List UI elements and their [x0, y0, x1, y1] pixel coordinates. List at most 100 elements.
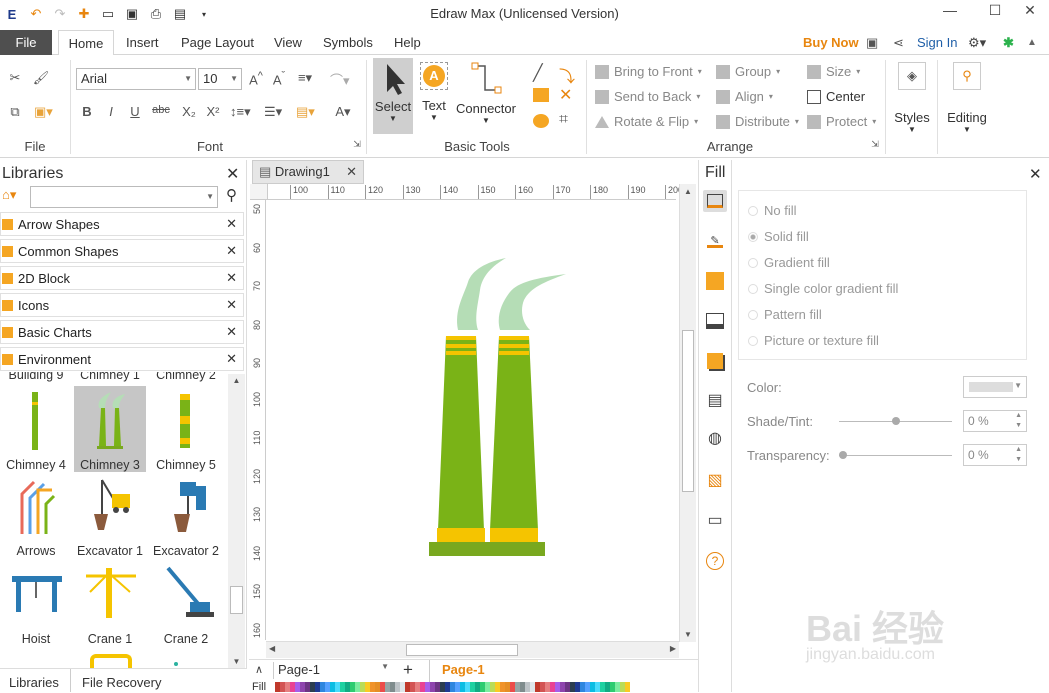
copy-icon[interactable]: ⧉: [6, 104, 24, 120]
library-category-2d-block[interactable]: 2D Block ✕: [0, 266, 244, 290]
option-no-fill[interactable]: No fill: [748, 203, 797, 218]
tab-libraries[interactable]: Libraries: [9, 675, 59, 690]
superscript-icon[interactable]: X²: [204, 104, 222, 119]
fill-panel-close-icon[interactable]: ✕: [1029, 165, 1042, 183]
close-icon[interactable]: ✕: [226, 351, 237, 367]
strikethrough-icon[interactable]: abc: [152, 104, 170, 116]
shape-chimney-4[interactable]: Chimney 4: [0, 386, 72, 472]
transparency-slider-track[interactable]: [839, 455, 952, 456]
fill-icon[interactable]: [703, 190, 727, 212]
crop-icon[interactable]: ⌗: [559, 111, 568, 129]
library-category-common-shapes[interactable]: Common Shapes ✕: [0, 239, 244, 263]
canvas-vertical-scrollbar[interactable]: ▲ ▼: [679, 184, 696, 642]
cut-icon[interactable]: ✂: [6, 70, 24, 86]
canvas-horizontal-scrollbar[interactable]: ◀ ▶: [266, 641, 679, 658]
format-painter-icon[interactable]: 🖌: [32, 70, 50, 86]
sign-in-link[interactable]: Sign In: [917, 30, 957, 55]
font-name-combo[interactable]: Arial ▼: [76, 68, 196, 90]
color-swatch-icon[interactable]: [703, 270, 727, 292]
page-selector[interactable]: Page-1 ▼: [273, 662, 393, 679]
grow-font-icon[interactable]: A^: [247, 70, 265, 87]
center-button[interactable]: Center: [807, 89, 865, 104]
close-icon[interactable]: ✕: [226, 324, 237, 340]
maximize-button[interactable]: ☐: [980, 2, 1010, 19]
add-page-icon[interactable]: +: [403, 660, 413, 680]
home-icon[interactable]: ⌂▾: [2, 187, 16, 203]
canvas-vscroll-thumb[interactable]: [682, 330, 694, 492]
document-tab[interactable]: ▤ Drawing1 ✕: [252, 160, 364, 184]
italic-icon[interactable]: I: [102, 104, 120, 119]
page-tab-active[interactable]: Page-1: [429, 660, 489, 682]
library-scroll-thumb[interactable]: [230, 586, 243, 614]
underline-icon[interactable]: U: [126, 104, 144, 119]
expand-up-icon[interactable]: ∧: [255, 663, 263, 676]
notes-icon[interactable]: ▧: [703, 470, 727, 492]
font-size-combo[interactable]: 10 ▼: [198, 68, 242, 90]
palette-swatch[interactable]: [625, 682, 630, 692]
shape-crane-1[interactable]: Crane 1: [74, 560, 146, 646]
canvas-hscroll-thumb[interactable]: [406, 644, 518, 656]
tab-file-recovery[interactable]: File Recovery: [82, 675, 161, 690]
shrink-font-icon[interactable]: Aˇ: [270, 70, 288, 87]
ellipse-icon[interactable]: [533, 114, 549, 128]
library-scrollbar[interactable]: ▲ ▼: [228, 374, 245, 668]
connector-tool-button[interactable]: Connector ▼: [455, 62, 517, 125]
arc-icon[interactable]: ⤵: [559, 63, 575, 87]
page-properties-icon[interactable]: ▤: [703, 390, 727, 412]
library-category-basic-charts[interactable]: Basic Charts ✕: [0, 320, 244, 344]
font-color-icon[interactable]: A▾: [334, 104, 352, 120]
color-picker[interactable]: ▼: [963, 376, 1027, 398]
globe-icon[interactable]: ◍: [703, 428, 727, 450]
close-icon[interactable]: ✕: [226, 297, 237, 313]
line-style-icon[interactable]: ✎: [703, 230, 727, 252]
group-button[interactable]: Group ▾: [716, 64, 780, 79]
editing-button[interactable]: ⚲ Editing ▼: [944, 62, 990, 134]
rectangle-icon[interactable]: [533, 88, 549, 102]
shape-excavator-2[interactable]: Excavator 2: [150, 472, 222, 558]
distribute-button[interactable]: Distribute ▾: [716, 114, 799, 129]
shape-excavator-1[interactable]: Excavator 1: [74, 472, 146, 558]
comment-icon[interactable]: ▭: [703, 510, 727, 532]
share-icon[interactable]: ⋖: [893, 30, 904, 55]
drawing-page[interactable]: [268, 200, 676, 640]
select-tool-button[interactable]: Select ▼: [373, 58, 413, 134]
arrange-dialog-launcher-icon[interactable]: ⇲: [866, 139, 884, 150]
option-single-color-gradient-fill[interactable]: Single color gradient fill: [748, 281, 898, 296]
search-icon[interactable]: ⚲: [226, 186, 237, 204]
option-solid-fill[interactable]: Solid fill: [748, 229, 809, 244]
shade-slider-knob[interactable]: [892, 417, 900, 425]
image-icon[interactable]: [703, 310, 727, 332]
close-icon[interactable]: ✕: [226, 270, 237, 286]
shape-arrows[interactable]: Arrows: [0, 472, 72, 558]
bullets-icon[interactable]: ☰▾: [264, 104, 282, 120]
settings-icon[interactable]: ⚙▾: [968, 30, 986, 55]
library-category-environment[interactable]: Environment ✕: [0, 347, 244, 371]
protect-button[interactable]: Protect ▾: [807, 114, 876, 129]
tab-page-layout[interactable]: Page Layout: [181, 30, 254, 55]
shape-partial[interactable]: [90, 654, 132, 668]
align-button[interactable]: Align ▾: [716, 89, 773, 104]
close-icon[interactable]: ✕: [226, 216, 237, 232]
tab-home[interactable]: Home: [58, 30, 114, 56]
bold-icon[interactable]: B: [78, 104, 96, 119]
collapse-ribbon-icon[interactable]: ▲: [1027, 30, 1037, 55]
align-icon[interactable]: ≡▾: [296, 70, 314, 86]
bring-to-front-button[interactable]: Bring to Front ▾: [595, 64, 702, 79]
text-tool-button[interactable]: A Text ▼: [418, 62, 450, 122]
rotate-flip-button[interactable]: Rotate & Flip ▾: [595, 114, 698, 129]
subscript-icon[interactable]: X₂: [180, 104, 198, 119]
send-to-back-button[interactable]: Send to Back ▾: [595, 89, 700, 104]
shape-chimney-5[interactable]: Chimney 5: [150, 386, 222, 472]
cart-icon[interactable]: ▣: [866, 30, 878, 55]
shade-spinbox[interactable]: 0 % ▲ ▼: [963, 410, 1027, 432]
option-pattern-fill[interactable]: Pattern fill: [748, 307, 822, 322]
minimize-button[interactable]: —: [935, 2, 965, 18]
cross-icon[interactable]: ✕: [559, 85, 572, 105]
curve-icon[interactable]: ⌒▾: [330, 70, 350, 89]
highlight-icon[interactable]: ▤▾: [296, 104, 315, 120]
color-palette[interactable]: [275, 682, 630, 692]
close-icon[interactable]: ✕: [346, 161, 357, 183]
shape-crane-2[interactable]: Crane 2: [150, 560, 222, 646]
transparency-slider-knob[interactable]: [839, 451, 847, 459]
chimney-drawing[interactable]: [268, 200, 676, 640]
